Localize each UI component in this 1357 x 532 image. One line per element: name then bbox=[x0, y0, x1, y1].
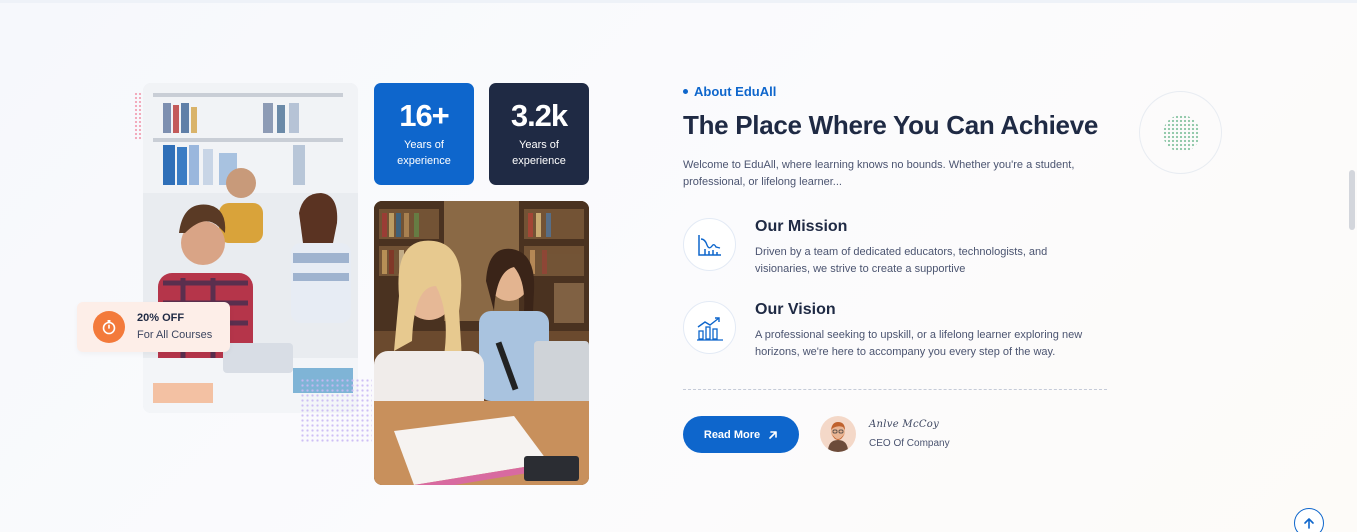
arrow-up-right-icon bbox=[769, 430, 777, 439]
feature-title: Our Vision bbox=[755, 301, 836, 318]
ceo-signature: Anlve McCoy bbox=[869, 419, 940, 430]
growth-chart-icon bbox=[683, 301, 736, 354]
section-heading: The Place Where You Can Achieve bbox=[683, 110, 1099, 140]
stat-label: Years of experience bbox=[397, 139, 451, 167]
feature-description: A professional seeking to upskill, or a … bbox=[755, 329, 1083, 358]
students-classroom-photo bbox=[143, 83, 358, 413]
discount-promo-card[interactable]: 20% OFF For All Courses bbox=[77, 302, 230, 352]
students-library-photo bbox=[374, 201, 589, 485]
stat-value: 3.2k bbox=[510, 98, 568, 133]
circle-dot-decoration bbox=[1139, 91, 1222, 174]
bullet-dot-icon bbox=[683, 89, 688, 94]
arrow-up-icon bbox=[1304, 518, 1314, 529]
ceo-avatar bbox=[820, 416, 856, 452]
promo-title: 20% OFF bbox=[137, 312, 185, 324]
dashed-divider bbox=[683, 389, 1107, 390]
top-strip bbox=[0, 0, 1357, 3]
dot-pattern-decoration bbox=[300, 378, 372, 442]
chart-icon bbox=[683, 218, 736, 271]
scroll-to-top-button[interactable] bbox=[1294, 508, 1324, 532]
stat-label: Years of experience bbox=[512, 139, 566, 167]
page-scrollbar-thumb[interactable] bbox=[1349, 170, 1355, 230]
read-more-label: Read More bbox=[703, 428, 761, 441]
read-more-button[interactable]: Read More bbox=[683, 416, 799, 453]
feature-title: Our Mission bbox=[755, 218, 848, 235]
years-experience-stat: 16+ Years of experience bbox=[374, 83, 474, 185]
section-eyebrow: About EduAll bbox=[683, 84, 776, 99]
promo-subtitle: For All Courses bbox=[137, 329, 213, 341]
students-stat: 3.2k Years of experience bbox=[489, 83, 589, 185]
stat-value: 16+ bbox=[399, 98, 450, 133]
stopwatch-icon bbox=[93, 311, 125, 343]
ceo-role: CEO Of Company bbox=[869, 438, 950, 449]
eyebrow-text: About EduAll bbox=[694, 84, 777, 99]
intro-paragraph: Welcome to EduAll, where learning knows … bbox=[683, 159, 1075, 188]
feature-description: Driven by a team of dedicated educators,… bbox=[755, 246, 1048, 275]
